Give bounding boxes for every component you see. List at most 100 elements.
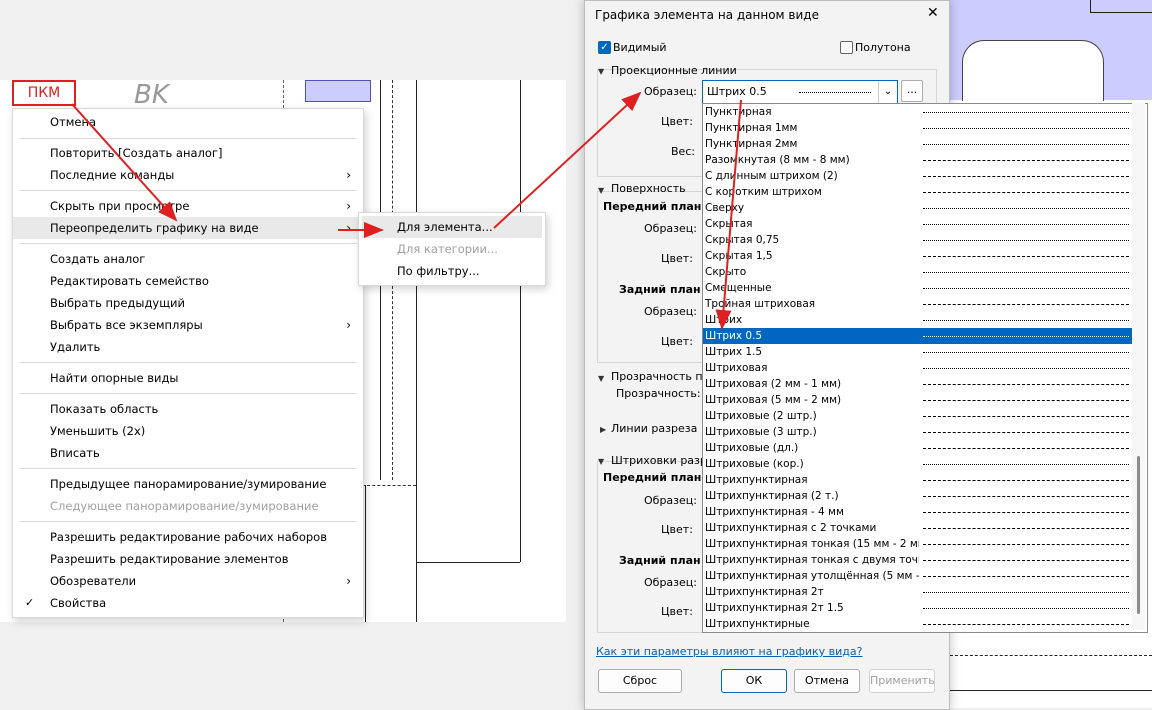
line-pattern-preview [923,304,1129,305]
menu-item-browsers[interactable]: Обозреватели › [13,570,363,592]
line-pattern-option[interactable]: Скрытая [703,216,1133,232]
menu-item-select-all-instances[interactable]: Выбрать все экземпляры › [13,314,363,336]
collapse-down-icon[interactable]: ▼ [598,457,604,466]
line-pattern-option[interactable]: С длинным штрихом (2) [703,168,1133,184]
line-pattern-combo[interactable]: Штрих 0.5 ⌄ [702,80,898,104]
menu-item-select-previous[interactable]: Выбрать предыдущий [13,292,363,314]
menu-item-enable-worksets-edit[interactable]: Разрешить редактирование рабочих наборов [13,526,363,548]
menu-item-create-similar[interactable]: Создать аналог [13,248,363,270]
scrollbar-thumb[interactable] [1137,456,1140,614]
wall-line [365,485,366,622]
menu-item-override-graphics[interactable]: Переопределить графику на виде › [13,217,363,239]
line-pattern-option[interactable]: Пунктирная [703,104,1133,120]
line-pattern-option[interactable]: Штрихпунктирная 2т 1.5 [703,600,1133,616]
line-pattern-option[interactable]: Пунктирная 2мм [703,136,1133,152]
halftone-checkbox[interactable] [840,41,853,54]
line-pattern-option[interactable]: Штрихпунктирная с 2 точками [703,520,1133,536]
line-pattern-option[interactable]: Штриховая (2 мм - 1 мм) [703,376,1133,392]
line-pattern-option[interactable]: Штрих [703,312,1133,328]
menu-item-zoom-region[interactable]: Показать область [13,398,363,420]
line-pattern-option[interactable]: Скрыто [703,264,1133,280]
line-pattern-name: Сверху [705,202,745,214]
menu-item-zoom-out[interactable]: Уменьшить (2x) [13,420,363,442]
ok-button[interactable]: ОК [721,669,787,693]
menu-item-previous-pan-zoom[interactable]: Предыдущее панорамирование/зумирование [13,473,363,495]
line-pattern-option[interactable]: Скрытая 0,75 [703,232,1133,248]
menu-item-find-referring-views[interactable]: Найти опорные виды [13,367,363,389]
line-pattern-name: Пунктирная [705,106,772,118]
menu-separator [19,468,357,469]
menu-item-label: Разрешить редактирование элементов [50,552,289,566]
menu-item-label: Удалить [50,340,101,354]
line-pattern-name: Штриховые (кор.) [705,458,804,470]
line-pattern-option[interactable]: Штрихпунктирная [703,472,1133,488]
line-pattern-preview [923,528,1129,529]
line-pattern-option[interactable]: С коротким штрихом [703,184,1133,200]
line-pattern-option[interactable]: Штрих 1.5 [703,344,1133,360]
help-link[interactable]: Как эти параметры влияют на графику вида… [596,645,862,658]
line-pattern-list[interactable]: Пунктирная Пунктирная 1мм Пунктирная 2мм Ра… [702,103,1148,633]
line-pattern-option[interactable]: Штриховые (3 штр.) [703,424,1133,440]
line-pattern-option[interactable]: Пунктирная 1мм [703,120,1133,136]
menu-item-label: Выбрать предыдущий [50,296,186,310]
line-pattern-option[interactable]: Штрихпунктирная - 4 мм [703,504,1133,520]
visible-checkbox[interactable]: ✓ [598,41,611,54]
selected-element[interactable] [305,80,371,102]
menu-item-enable-elements-edit[interactable]: Разрешить редактирование элементов [13,548,363,570]
line-pattern-name: Штриховая [705,362,768,374]
collapse-down-icon[interactable]: ▼ [598,374,604,383]
menu-separator [19,393,357,394]
menu-item-cancel[interactable]: Отмена [13,111,363,133]
menu-item-zoom-fit[interactable]: Вписать [13,442,363,464]
line-pattern-option[interactable]: Штрихпунктирная 2т [703,584,1133,600]
menu-item-recent-commands[interactable]: Последние команды › [13,164,363,186]
menu-item-next-pan-zoom[interactable]: Следующее панорамирование/зумирование [13,495,363,517]
submenu-item-by-category[interactable]: Для категории... [362,238,542,260]
line-pattern-option[interactable]: Сверху [703,200,1133,216]
line-pattern-option[interactable]: Штрих 0.5 [703,328,1133,344]
line-pattern-name: Штрих [705,314,743,326]
line-pattern-name: Тройная штриховая [705,298,816,310]
collapse-down-icon[interactable]: ▼ [598,186,604,195]
menu-item-label: Редактировать семейство [50,274,209,288]
surface-back-pattern-label: Образец: [644,305,697,318]
close-icon[interactable]: ✕ [927,5,939,21]
line-pattern-option[interactable]: Штриховая (5 мм - 2 мм) [703,392,1133,408]
line-pattern-option[interactable]: Тройная штриховая [703,296,1133,312]
menu-item-edit-family[interactable]: Редактировать семейство [13,270,363,292]
line-pattern-option[interactable]: Штрихпунктирная тонкая (15 мм - 2 мм - 2… [703,536,1133,552]
line-pattern-option[interactable]: Разомкнутая (8 мм - 8 мм) [703,152,1133,168]
line-pattern-option[interactable]: Штрихпунктирная тонкая с двумя точками [703,552,1133,568]
menu-item-hide-in-view[interactable]: Скрыть при просмотре › [13,195,363,217]
menu-item-repeat[interactable]: Повторить [Создать аналог] [13,142,363,164]
menu-item-label: Показать область [50,402,159,416]
line-pattern-name: С коротким штрихом [705,186,822,198]
line-pattern-option[interactable]: Штрихпунктирные [703,616,1133,632]
cut-front-pattern-label: Образец: [644,494,697,507]
menu-item-label: Последние команды [50,168,175,182]
dialog-title: Графика элемента на данном виде [595,8,819,22]
menu-item-properties[interactable]: ✓ Свойства [13,592,363,614]
line-pattern-option[interactable]: Штриховые (кор.) [703,456,1133,472]
line-pattern-option[interactable]: Штрихпунктирная (2 т.) [703,488,1133,504]
line-pattern-option[interactable]: Скрытая 1,5 [703,248,1133,264]
line-pattern-option[interactable]: Смещенные [703,280,1133,296]
line-pattern-name: Штрихпунктирная [705,474,808,486]
line-pattern-option[interactable]: Штриховые (2 штр.) [703,408,1133,424]
line-pattern-option[interactable]: Штриховые (дл.) [703,440,1133,456]
submenu-item-by-filter[interactable]: По фильтру... [362,260,542,282]
line-pattern-option[interactable]: Штрихпунктирная утолщённая (5 мм - 2 мм) [703,568,1133,584]
line-pattern-option[interactable]: Штриховая [703,360,1133,376]
apply-button[interactable]: Применить [869,669,935,693]
projection-pattern-label: Образец: [644,85,697,98]
submenu-item-by-element[interactable]: Для элемента... [362,216,542,238]
cut-front-color-label: Цвет: [661,523,693,536]
collapse-down-icon[interactable]: ▼ [598,67,604,76]
expand-right-icon[interactable]: ▶ [600,425,606,434]
menu-item-delete[interactable]: Удалить [13,336,363,358]
line-pattern-preview [923,608,1129,609]
more-button[interactable]: ... [901,80,923,102]
reset-button[interactable]: Сброс [598,669,682,693]
chevron-down-icon[interactable]: ⌄ [878,81,897,103]
cancel-button[interactable]: Отмена [794,669,860,693]
